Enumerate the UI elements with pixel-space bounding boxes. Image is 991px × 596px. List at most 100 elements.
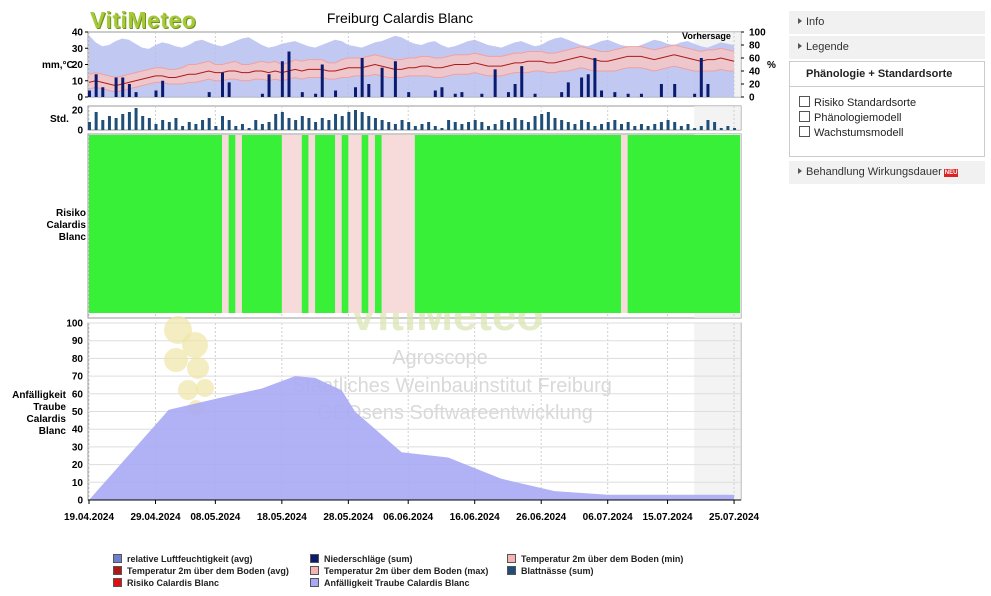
leaf-wetness-bar	[467, 122, 471, 130]
leaf-wetness-bar	[480, 122, 484, 130]
leaf-wetness-bar	[294, 120, 298, 130]
legend-item-humidity[interactable]: relative Luftfeuchtigkeit (avg)	[113, 554, 253, 564]
leaf-wetness-bar	[254, 120, 258, 130]
side-panel: Info Legende Phänologie + Standardsorte …	[789, 11, 985, 186]
right-tick-label: 100	[749, 28, 766, 39]
leaf-wetness-bar	[287, 118, 291, 130]
x-tick-label: 16.06.2024	[450, 512, 500, 523]
x-tick-label: 28.05.2024	[323, 512, 373, 523]
precipitation-bar	[433, 90, 437, 97]
leaf-wetness-bar	[393, 124, 397, 130]
leaf-wetness-bar	[546, 112, 550, 130]
precipitation-bar	[533, 93, 537, 97]
leaf-wetness-bar	[154, 124, 158, 130]
leaf-wetness-bar	[114, 118, 118, 130]
precipitation-bar	[161, 80, 165, 97]
option-label: Phänologiemodell	[814, 112, 902, 124]
x-tick-label: 18.05.2024	[257, 512, 307, 523]
triangle-right-icon	[798, 168, 802, 174]
precipitation-bar	[380, 67, 384, 97]
panel-item-info[interactable]: Info	[789, 11, 985, 36]
leaf-wetness-bar	[540, 114, 544, 130]
leaf-wetness-bar	[553, 118, 557, 130]
leaf-wetness-bar	[207, 118, 211, 130]
leaf-wetness-bar	[407, 122, 411, 130]
leaf-wetness-bar	[174, 118, 178, 130]
susceptibility-tick-label: 10	[72, 478, 84, 489]
checkbox[interactable]	[799, 126, 810, 137]
right-tick-label: 40	[749, 67, 761, 78]
watermark-line: Agroscope	[392, 347, 488, 369]
legend-item-precip[interactable]: Niederschläge (sum)	[310, 554, 413, 564]
leaf-wetness-bar	[620, 124, 623, 130]
susceptibility-tick-label: 80	[72, 354, 84, 365]
legend-item-temp-min[interactable]: Temperatur 2m über dem Boden (min)	[507, 554, 683, 564]
panel-item-label: Behandlung Wirkungsdauer	[806, 166, 942, 178]
triangle-right-icon	[798, 18, 802, 24]
legend-label: Risiko Calardis Blanc	[127, 578, 220, 588]
left-tick-label: 40	[72, 28, 84, 39]
option-risiko-standardsorte[interactable]: Risiko Standardsorte	[790, 96, 984, 111]
panel-section-phaenologie[interactable]: Phänologie + Standardsorte	[789, 61, 985, 87]
precipitation-bar	[659, 84, 663, 97]
checkbox[interactable]	[799, 96, 810, 107]
susceptibility-tick-label: 0	[77, 496, 83, 507]
panel-item-behandlung[interactable]: Behandlung Wirkungsdauer NEU	[789, 161, 985, 186]
risk-low-band	[235, 135, 242, 313]
precipitation-bar	[367, 84, 371, 97]
leaf-wetness-bar	[460, 124, 464, 130]
leaf-wetness-bar	[314, 122, 318, 130]
precipitation-bar	[693, 93, 697, 97]
leaf-wetness-bar	[187, 122, 191, 130]
option-phaenologiemodell[interactable]: Phänologiemodell	[790, 111, 984, 126]
leaf-wetness-bar	[526, 122, 530, 130]
precipitation-bar	[566, 82, 570, 97]
leaf-wetness-bar	[726, 126, 730, 130]
leaf-wetness-bar	[240, 124, 244, 130]
legend-swatch	[310, 554, 319, 563]
legend-item-temp-max[interactable]: Temperatur 2m über dem Boden (max)	[310, 566, 488, 576]
leaf-wetness-bar	[181, 126, 185, 130]
left-tick-label: 30	[72, 44, 84, 55]
leaf-wetness-bar	[161, 120, 165, 130]
leaf-wetness-bar	[227, 120, 231, 130]
legend-item-susceptibility[interactable]: Anfälligkeit Traube Calardis Blanc	[310, 578, 470, 588]
leaf-wetness-bar	[440, 128, 444, 130]
leaf-wetness-bar	[566, 122, 570, 130]
legend-item-temp-avg[interactable]: Temperatur 2m über dem Boden (avg)	[113, 566, 289, 576]
checkbox[interactable]	[799, 111, 810, 122]
leaf-wetness-bar	[107, 116, 111, 130]
legend-label: Niederschläge (sum)	[324, 554, 413, 564]
vitimeteo-logo[interactable]: VitiMeteo	[90, 7, 196, 34]
left-tick-label: 10	[72, 76, 84, 87]
watermark-grape-icon	[164, 348, 188, 372]
leaf-wetness-bar	[267, 122, 271, 130]
leaf-wetness-bar	[320, 118, 324, 130]
susceptibility-axis-label-line: Traube	[33, 402, 66, 413]
leaf-wetness-bar	[487, 126, 490, 130]
leaf-wetness-bar	[280, 112, 284, 130]
precipitation-bar	[393, 61, 397, 97]
leaf-wetness-bar	[420, 124, 424, 130]
risk-low-band	[222, 135, 229, 313]
option-wachstumsmodell[interactable]: Wachstumsmodell	[790, 126, 984, 141]
panel-item-legende[interactable]: Legende	[789, 36, 985, 61]
leaf-wetness-bar	[580, 120, 584, 130]
leaf-wetness-bar	[673, 122, 677, 130]
precipitation-bar	[94, 74, 98, 97]
leaf-wetness-bar	[327, 120, 331, 130]
leaf-wetness-bar	[686, 124, 690, 130]
precipitation-bar	[287, 51, 291, 97]
legend-item-leaf-wetness[interactable]: Blattnässe (sum)	[507, 566, 594, 576]
legend-item-risk[interactable]: Risiko Calardis Blanc	[113, 578, 219, 588]
leaf-wetness-bar	[626, 122, 630, 130]
legend-label: Blattnässe (sum)	[521, 566, 594, 576]
leaf-wetness-bar	[387, 122, 391, 130]
precipitation-bar	[513, 84, 517, 97]
leaf-wetness-bar	[699, 126, 703, 130]
leaf-wetness-bar	[413, 126, 417, 130]
legend-swatch	[507, 554, 516, 563]
leaf-wetness-bar	[613, 120, 617, 130]
precipitation-bar	[440, 87, 444, 97]
leaf-wetness-bar	[473, 120, 477, 130]
